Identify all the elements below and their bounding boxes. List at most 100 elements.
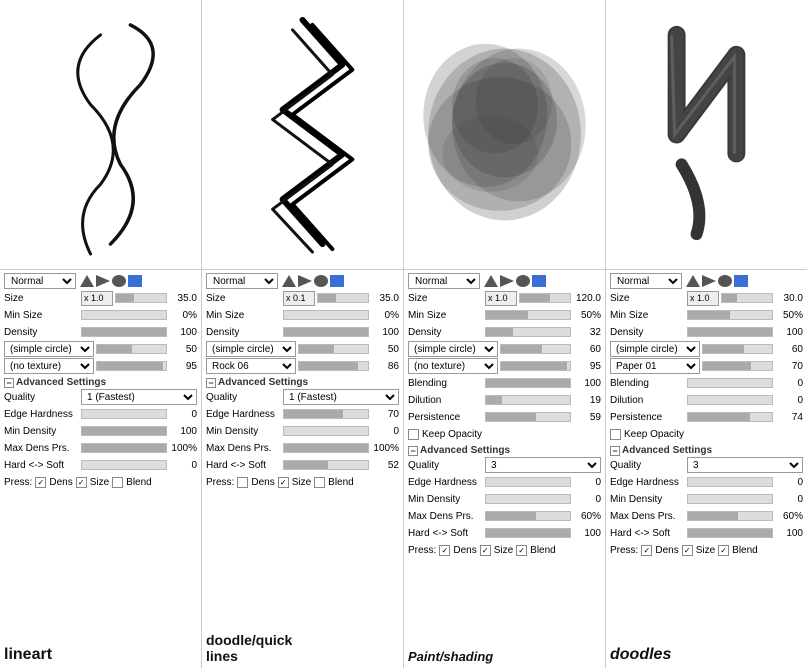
quality-select-2[interactable]: 1 (Fastest)	[283, 389, 399, 405]
persistence-slider-3[interactable]	[485, 412, 571, 422]
mindens-slider-3[interactable]	[485, 494, 571, 504]
mode-icon-4d[interactable]	[734, 275, 748, 287]
hardsoft-slider-1[interactable]	[81, 460, 167, 470]
adv-minus-1[interactable]: −	[4, 378, 14, 388]
mode-icon-1b[interactable]	[96, 275, 110, 287]
multiplier-2[interactable]: x 0.1	[283, 291, 315, 306]
cb-blend-4[interactable]	[718, 545, 729, 556]
minsize-slider-2[interactable]	[283, 310, 369, 320]
brush2-slider-4[interactable]	[702, 361, 773, 371]
brush1-slider-1[interactable]	[96, 344, 167, 354]
size-slider-4[interactable]	[721, 293, 773, 303]
multiplier-4[interactable]: x 1.0	[687, 291, 719, 306]
density-slider-3[interactable]	[485, 327, 571, 337]
brush2-select-2[interactable]: Rock 06	[206, 358, 296, 374]
persistence-slider-4[interactable]	[687, 412, 773, 422]
blendmode-select-2[interactable]: Normal	[206, 273, 278, 289]
cb-dens-4[interactable]	[641, 545, 652, 556]
dilution-slider-4[interactable]	[687, 395, 773, 405]
quality-select-4[interactable]: 3	[687, 457, 803, 473]
mode-icon-4c[interactable]	[718, 275, 732, 287]
brush2-slider-3[interactable]	[500, 361, 571, 371]
cb-dens-3[interactable]	[439, 545, 450, 556]
mindens-slider-2[interactable]	[283, 426, 369, 436]
minsize-slider-1[interactable]	[81, 310, 167, 320]
maxdens-slider-3[interactable]	[485, 511, 571, 521]
brush1-slider-2[interactable]	[298, 344, 369, 354]
brush2-slider-1[interactable]	[96, 361, 167, 371]
hardsoft-slider-4[interactable]	[687, 528, 773, 538]
edgehard-slider-3[interactable]	[485, 477, 571, 487]
blending-val-4: 0	[775, 378, 803, 389]
mode-icon-4b[interactable]	[702, 275, 716, 287]
maxdens-slider-4[interactable]	[687, 511, 773, 521]
maxdens-slider-1[interactable]	[81, 443, 167, 453]
cb-dens-1[interactable]	[35, 477, 46, 488]
size-slider-2[interactable]	[317, 293, 369, 303]
cb-size-4[interactable]	[682, 545, 693, 556]
brush2-slider-2[interactable]	[298, 361, 369, 371]
blendmode-select-3[interactable]: Normal	[408, 273, 480, 289]
mode-icon-3d[interactable]	[532, 275, 546, 287]
minsize-slider-4[interactable]	[687, 310, 773, 320]
mode-icon-2d[interactable]	[330, 275, 344, 287]
mode-icon-3c[interactable]	[516, 275, 530, 287]
multiplier-3[interactable]: x 1.0	[485, 291, 517, 306]
blending-row-3: Blending 100	[408, 375, 601, 391]
multiplier-1[interactable]: x 1.0	[81, 291, 113, 306]
cb-dens-2[interactable]	[237, 477, 248, 488]
density-slider-1[interactable]	[81, 327, 167, 337]
mode-icon-1d[interactable]	[128, 275, 142, 287]
edgehard-slider-2[interactable]	[283, 409, 369, 419]
mindens-slider-4[interactable]	[687, 494, 773, 504]
hardsoft-row-1: Hard <-> Soft 0	[4, 457, 197, 473]
cb-size-1[interactable]	[76, 477, 87, 488]
adv-minus-3[interactable]: −	[408, 446, 418, 456]
density-slider-4[interactable]	[687, 327, 773, 337]
brush1-select-3[interactable]: (simple circle)	[408, 341, 498, 357]
mode-icon-2c[interactable]	[314, 275, 328, 287]
hardsoft-slider-3[interactable]	[485, 528, 571, 538]
brush1-select-1[interactable]: (simple circle)	[4, 341, 94, 357]
cb-size-3[interactable]	[480, 545, 491, 556]
maxdens-slider-2[interactable]	[283, 443, 369, 453]
cb-size-2[interactable]	[278, 477, 289, 488]
mindens-slider-1[interactable]	[81, 426, 167, 436]
mode-icon-1a[interactable]	[80, 275, 94, 287]
blendmode-select-1[interactable]: Normal	[4, 273, 76, 289]
edgehard-slider-4[interactable]	[687, 477, 773, 487]
dilution-slider-3[interactable]	[485, 395, 571, 405]
mode-icon-2b[interactable]	[298, 275, 312, 287]
cb-blend-3[interactable]	[516, 545, 527, 556]
size-slider-1[interactable]	[115, 293, 167, 303]
cb-blend-2[interactable]	[314, 477, 325, 488]
edgehard-slider-1[interactable]	[81, 409, 167, 419]
adv-minus-4[interactable]: −	[610, 446, 620, 456]
hardsoft-slider-2[interactable]	[283, 460, 369, 470]
adv-minus-2[interactable]: −	[206, 378, 216, 388]
brush1-select-2[interactable]: (simple circle)	[206, 341, 296, 357]
mode-icon-3b[interactable]	[500, 275, 514, 287]
brush1-slider-4[interactable]	[702, 344, 773, 354]
cb-keepopacity-4[interactable]	[610, 429, 621, 440]
mode-icon-2a[interactable]	[282, 275, 296, 287]
brush2-select-1[interactable]: (no texture)	[4, 358, 94, 374]
cb-keepopacity-3[interactable]	[408, 429, 419, 440]
brush2-select-3[interactable]: (no texture)	[408, 358, 498, 374]
dilution-val-4: 0	[775, 395, 803, 406]
mode-icon-4a[interactable]	[686, 275, 700, 287]
size-slider-3[interactable]	[519, 293, 571, 303]
blendmode-select-4[interactable]: Normal	[610, 273, 682, 289]
mode-icon-1c[interactable]	[112, 275, 126, 287]
mode-icon-3a[interactable]	[484, 275, 498, 287]
blending-slider-3[interactable]	[485, 378, 571, 388]
brush1-slider-3[interactable]	[500, 344, 571, 354]
minsize-slider-3[interactable]	[485, 310, 571, 320]
brush2-select-4[interactable]: Paper 01	[610, 358, 700, 374]
brush1-select-4[interactable]: (simple circle)	[610, 341, 700, 357]
quality-select-3[interactable]: 3	[485, 457, 601, 473]
quality-select-1[interactable]: 1 (Fastest)	[81, 389, 197, 405]
cb-blend-1[interactable]	[112, 477, 123, 488]
blending-slider-4[interactable]	[687, 378, 773, 388]
density-slider-2[interactable]	[283, 327, 369, 337]
